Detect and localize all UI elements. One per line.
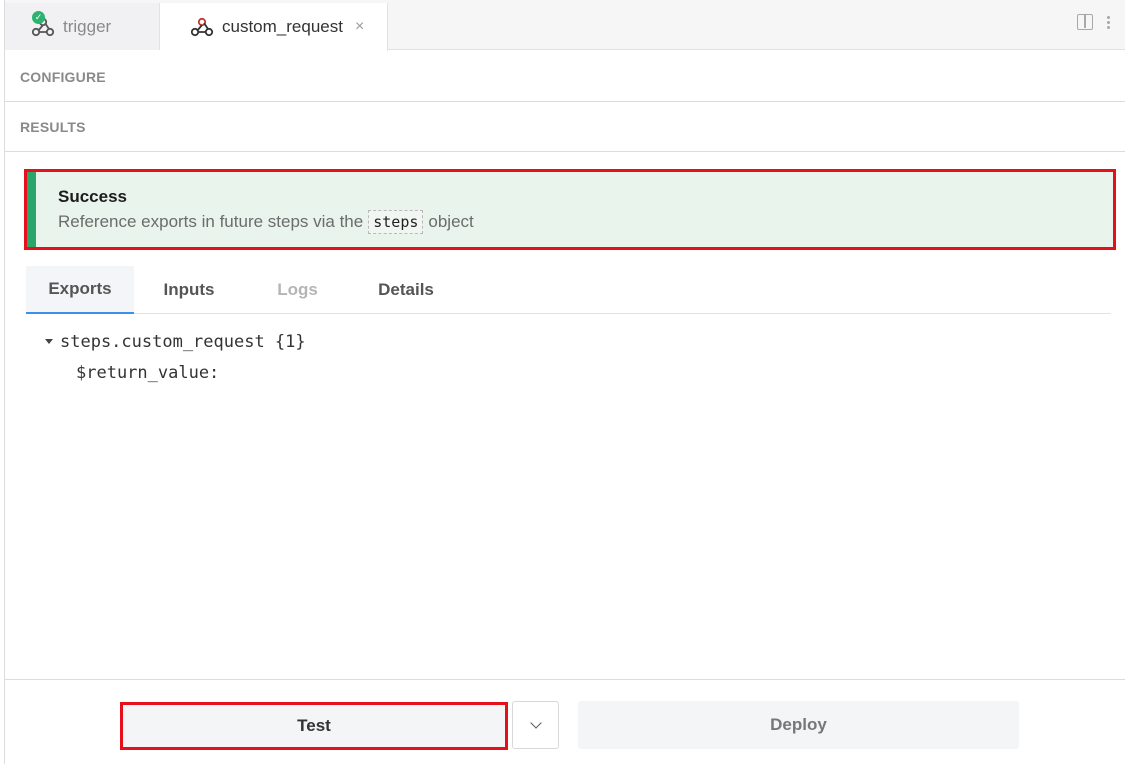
- test-button[interactable]: Test: [120, 702, 508, 750]
- result-tabs: Exports Inputs Logs Details: [26, 266, 1111, 314]
- exports-tree: steps.custom_request {1} $return_value:: [41, 326, 306, 388]
- tree-root-row[interactable]: steps.custom_request {1}: [41, 326, 306, 357]
- success-check-icon: ✓: [32, 10, 45, 24]
- deploy-button[interactable]: Deploy: [578, 701, 1019, 749]
- tab-bar: ✓ trigger custom_request ×: [5, 0, 1125, 51]
- step-panel: ✓ trigger custom_request × CONFIGURE RES…: [4, 0, 1125, 764]
- tree-child-label: $return_value:: [76, 362, 220, 383]
- more-options-icon[interactable]: [1107, 15, 1110, 29]
- success-accent-bar: [27, 172, 36, 247]
- tab-label: trigger: [63, 16, 112, 36]
- tab-label: custom_request: [222, 17, 343, 36]
- tab-details[interactable]: Details: [351, 266, 461, 314]
- tab-inputs[interactable]: Inputs: [134, 266, 244, 314]
- close-icon[interactable]: ×: [355, 18, 364, 36]
- steps-code-chip: steps: [368, 210, 424, 234]
- success-message-text: Reference exports in future steps via th…: [58, 212, 364, 231]
- webhook-icon: [190, 16, 214, 38]
- tab-trigger[interactable]: ✓ trigger: [5, 3, 160, 50]
- webhook-icon: ✓: [31, 10, 55, 38]
- tab-bar-actions: [1077, 14, 1110, 30]
- configure-section-header[interactable]: CONFIGURE: [5, 52, 1125, 102]
- success-title: Success: [58, 187, 127, 206]
- test-options-dropdown[interactable]: [512, 701, 559, 749]
- success-message: Reference exports in future steps via th…: [58, 210, 474, 234]
- tab-logs[interactable]: Logs: [244, 266, 351, 314]
- results-section-header[interactable]: RESULTS: [5, 102, 1125, 152]
- tree-child-row: $return_value:: [41, 357, 306, 388]
- tab-exports[interactable]: Exports: [26, 266, 134, 314]
- tree-root-label: steps.custom_request {1}: [60, 331, 306, 352]
- tab-custom-request[interactable]: custom_request ×: [160, 3, 388, 51]
- success-message-text-end: object: [428, 212, 474, 231]
- success-banner: Success Reference exports in future step…: [24, 169, 1116, 250]
- footer-actions: Test Deploy: [5, 679, 1125, 764]
- split-view-icon[interactable]: [1077, 14, 1093, 30]
- chevron-down-icon: [529, 717, 542, 729]
- caret-down-icon[interactable]: [45, 339, 53, 344]
